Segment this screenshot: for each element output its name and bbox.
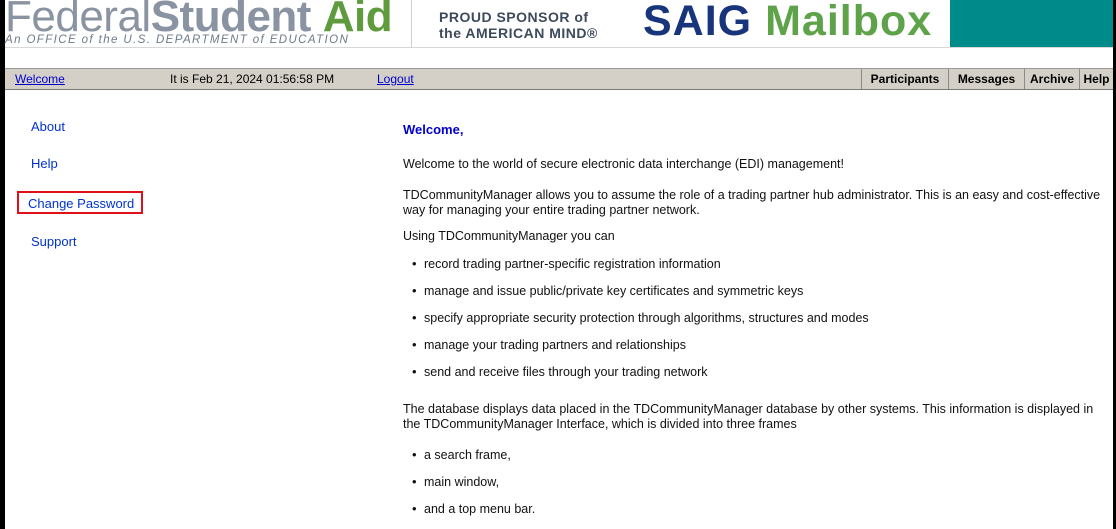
- fsa-logo: FederalStudent Aid An OFFICE of the U.S.…: [5, 0, 411, 48]
- page-title: Welcome,: [403, 122, 464, 137]
- tab-messages[interactable]: Messages: [949, 69, 1024, 89]
- sidebar-item-about[interactable]: About: [31, 119, 65, 134]
- sponsor-line-2: the AMERICAN MIND®: [439, 25, 598, 41]
- tab-archive[interactable]: Archive: [1025, 69, 1079, 89]
- welcome-link[interactable]: Welcome: [15, 72, 65, 86]
- description-paragraph: TDCommunityManager allows you to assume …: [403, 188, 1101, 217]
- top-menu-bar: Welcome It is Feb 21, 2024 01:56:58 PM L…: [5, 68, 1113, 90]
- current-datetime: It is Feb 21, 2024 01:56:58 PM: [170, 72, 335, 86]
- sponsor-banner: PROUD SPONSOR of the AMERICAN MIND®: [411, 0, 625, 48]
- list-item: record trading partner-specific registra…: [412, 256, 721, 271]
- header-accent-block: [950, 0, 1113, 47]
- list-item: specify appropriate security protection …: [412, 310, 869, 325]
- logout-link[interactable]: Logout: [377, 72, 414, 86]
- list-item: manage and issue public/private key cert…: [412, 283, 803, 298]
- header-banner: FederalStudent Aid An OFFICE of the U.S.…: [5, 0, 1113, 68]
- sidebar-item-support[interactable]: Support: [31, 234, 77, 249]
- using-paragraph: Using TDCommunityManager you can: [403, 229, 615, 243]
- highlight-box: [17, 191, 143, 214]
- list-item: send and receive files through your trad…: [412, 364, 707, 379]
- list-item: manage your trading partners and relatio…: [412, 337, 686, 352]
- list-item: main window,: [412, 474, 499, 489]
- tab-participants[interactable]: Participants: [862, 69, 948, 89]
- database-paragraph: The database displays data placed in the…: [403, 402, 1094, 431]
- app-title-saig: SAIG: [643, 0, 753, 45]
- sponsor-line-1: PROUD SPONSOR of: [439, 9, 589, 25]
- intro-text: Welcome to the world of secure electroni…: [403, 157, 844, 171]
- tab-help[interactable]: Help: [1080, 69, 1113, 89]
- sidebar-item-help[interactable]: Help: [31, 156, 58, 171]
- list-item: and a top menu bar.: [412, 501, 535, 516]
- logo-subtitle: An OFFICE of the U.S. DEPARTMENT of EDUC…: [5, 34, 350, 46]
- list-item: a search frame,: [412, 447, 511, 462]
- app-title-mailbox: Mailbox: [765, 0, 933, 45]
